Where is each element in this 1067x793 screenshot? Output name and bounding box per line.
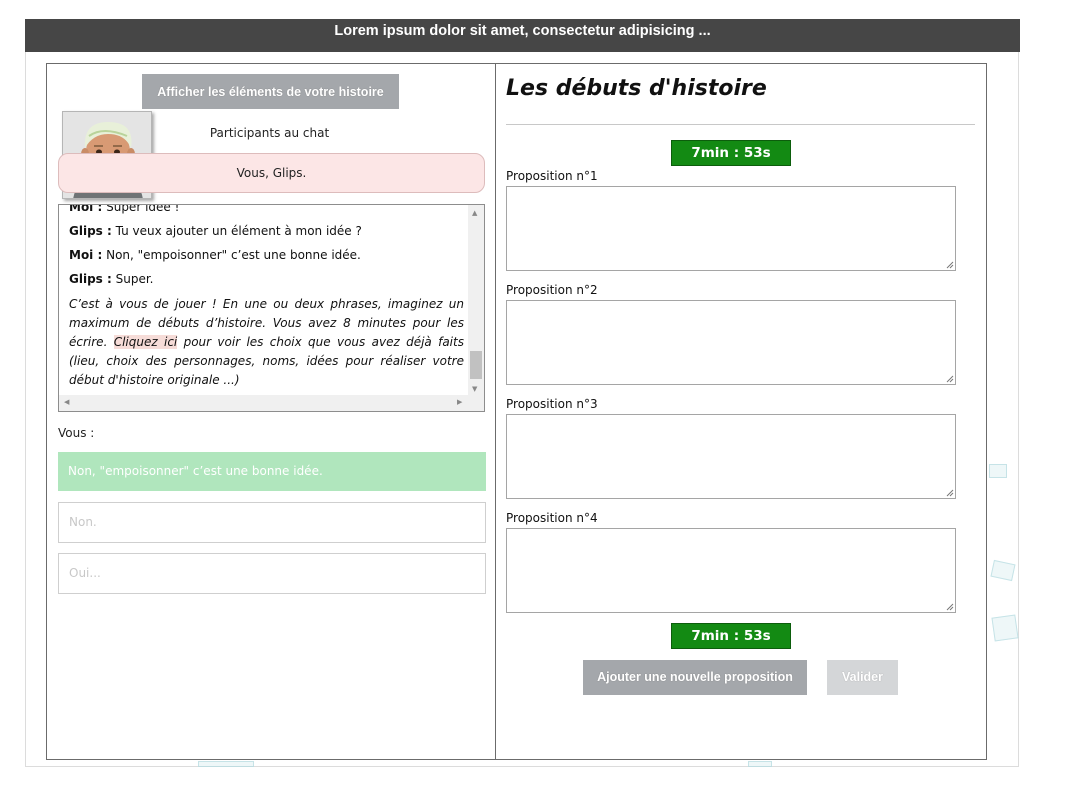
show-story-elements-button[interactable]: Afficher les éléments de votre histoire	[142, 74, 399, 109]
divider	[506, 124, 975, 125]
reply-option[interactable]: Oui...	[58, 553, 486, 594]
proposition-input-3[interactable]	[506, 414, 956, 499]
vous-label: Vous :	[58, 426, 95, 440]
section-title: Les débuts d'histoire	[506, 76, 767, 101]
chat-panel: Afficher les éléments de votre histoire …	[46, 63, 496, 760]
participants-list: Vous, Glips.	[58, 153, 485, 193]
decor-cube	[991, 614, 1019, 642]
decor-cube	[989, 464, 1007, 478]
message-author: Glips :	[69, 224, 112, 238]
game-instruction: C’est à vous de jouer ! En une ou deux p…	[69, 295, 464, 390]
scroll-left-icon[interactable]: ◀	[64, 398, 69, 406]
proposition-input-2[interactable]	[506, 300, 956, 385]
message-text: Super.	[111, 272, 154, 286]
participants-label: Participants au chat	[209, 126, 330, 140]
choices-link[interactable]: Cliquez ici	[113, 335, 178, 349]
window-title: Lorem ipsum dolor sit amet, consectetur …	[25, 19, 1020, 52]
resize-grip-icon[interactable]	[945, 260, 954, 269]
scroll-down-icon[interactable]: ▼	[472, 385, 477, 393]
chat-message: Moi : Super idée !	[69, 204, 464, 215]
resize-grip-icon[interactable]	[945, 374, 954, 383]
message-author: Moi :	[69, 204, 103, 214]
message-author: Glips :	[69, 272, 112, 286]
proposition-input-4[interactable]	[506, 528, 956, 613]
chat-vertical-scrollbar[interactable]: ▲ ▼	[468, 205, 484, 396]
reply-option[interactable]: Non.	[58, 502, 486, 543]
message-text: Non, "empoisonner" c’est une bonne idée.	[102, 248, 361, 262]
resize-grip-icon[interactable]	[945, 602, 954, 611]
scroll-right-icon[interactable]: ▶	[457, 398, 462, 406]
chat-horizontal-scrollbar[interactable]: ◀ ▶	[59, 395, 484, 411]
decor-cube	[990, 559, 1016, 582]
chat-message: Glips : Tu veux ajouter un élément à mon…	[69, 223, 464, 239]
proposition-label: Proposition n°2	[506, 283, 598, 297]
countdown-timer: 7min : 53s	[671, 140, 791, 166]
chat-message: Glips : Super.	[69, 271, 464, 287]
proposition-label: Proposition n°3	[506, 397, 598, 411]
resize-grip-icon[interactable]	[945, 488, 954, 497]
reply-option-selected[interactable]: Non, "empoisonner" c’est une bonne idée.	[58, 452, 486, 491]
countdown-timer-bottom: 7min : 53s	[671, 623, 791, 649]
scroll-up-icon[interactable]: ▲	[472, 209, 477, 217]
message-text: Super idée !	[102, 204, 180, 214]
message-author: Moi :	[69, 248, 103, 262]
proposition-label: Proposition n°4	[506, 511, 598, 525]
chat-history[interactable]: Moi : Super idée ! Glips : Tu veux ajout…	[58, 204, 485, 412]
app-window: Lorem ipsum dolor sit amet, consectetur …	[25, 19, 1020, 767]
story-panel: Les débuts d'histoire 7min : 53s Proposi…	[495, 63, 987, 760]
decor-cube	[748, 761, 772, 767]
proposition-label: Proposition n°1	[506, 169, 598, 183]
decor-cube	[198, 761, 254, 767]
proposition-input-1[interactable]	[506, 186, 956, 271]
add-proposition-button[interactable]: Ajouter une nouvelle proposition	[583, 660, 807, 695]
scroll-thumb[interactable]	[470, 351, 482, 379]
message-text: Tu veux ajouter un élément à mon idée ?	[111, 224, 362, 238]
chat-messages: Moi : Super idée ! Glips : Tu veux ajout…	[69, 204, 464, 390]
chat-message: Moi : Non, "empoisonner" c’est une bonne…	[69, 247, 464, 263]
validate-button[interactable]: Valider	[827, 660, 898, 695]
